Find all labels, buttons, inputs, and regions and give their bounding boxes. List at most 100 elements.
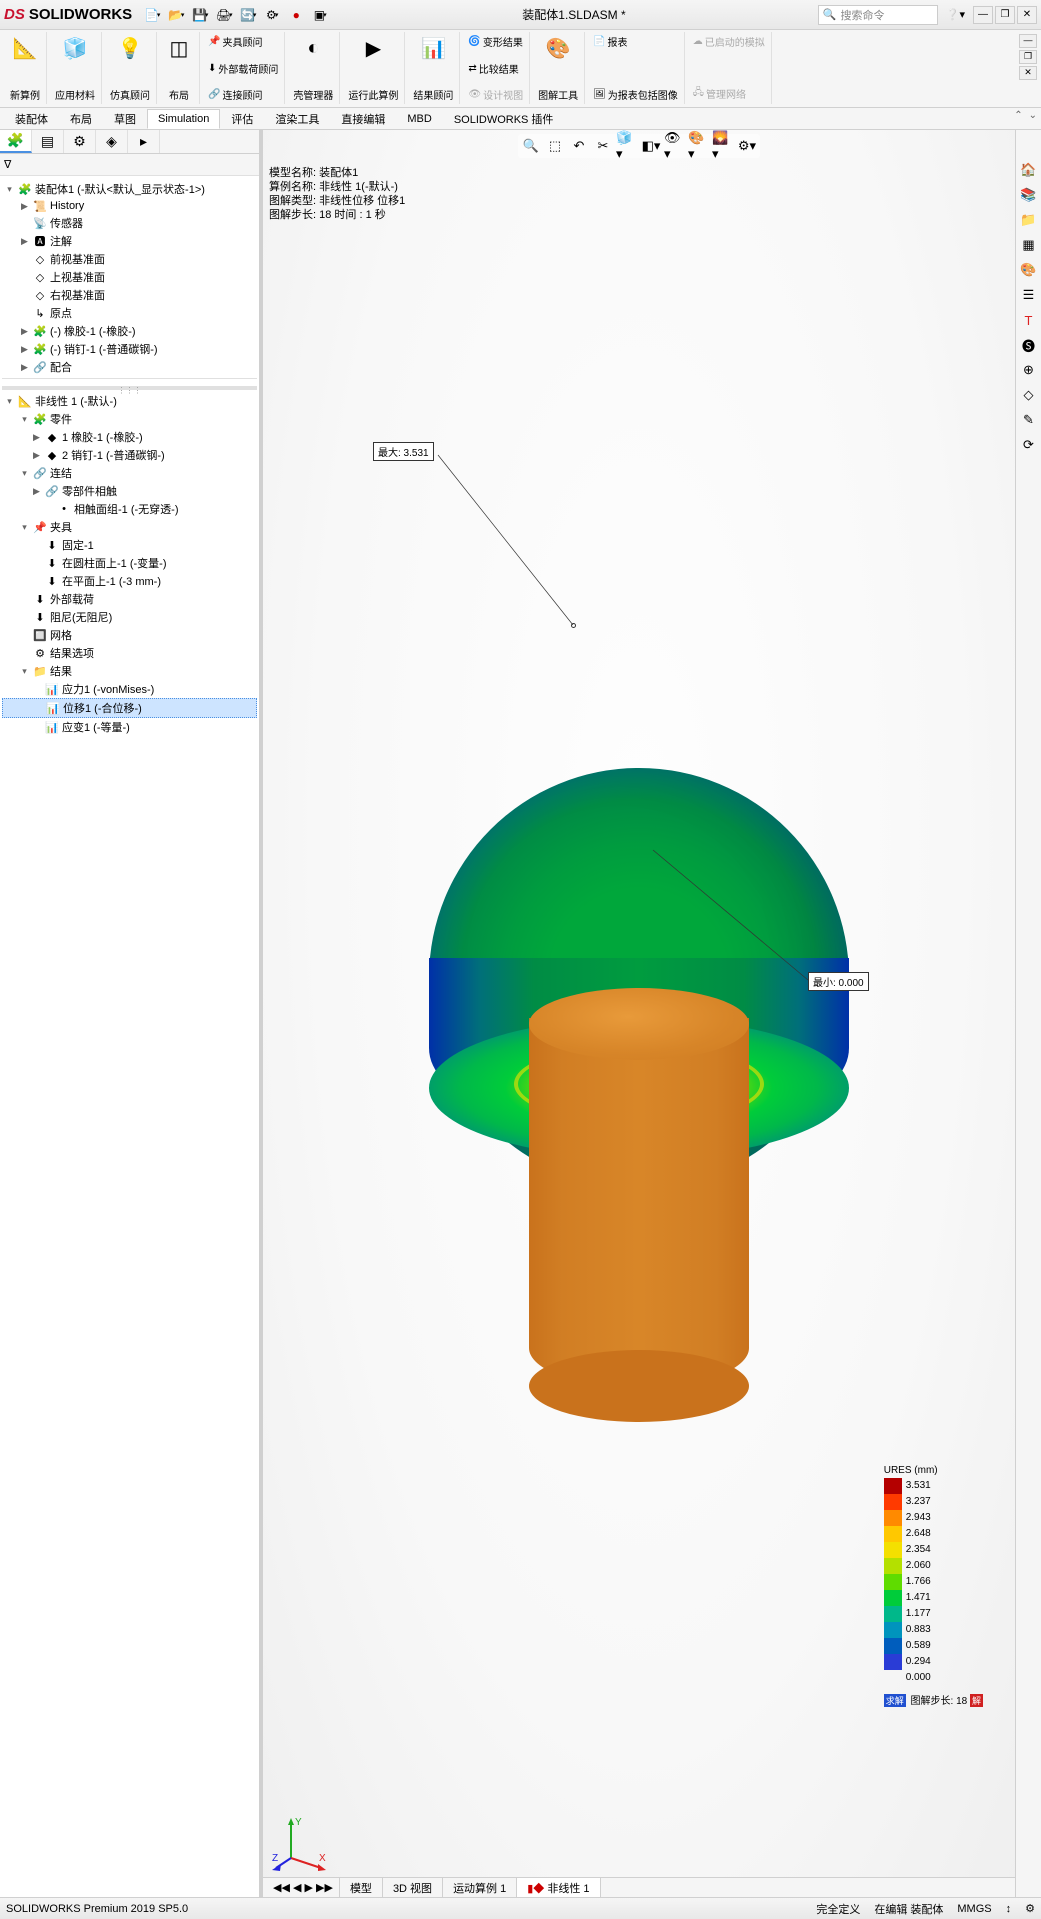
qat-print-icon[interactable]: 🖨▾ <box>214 5 234 25</box>
ribbon-group-plot-tools[interactable]: 🎨 图解工具 <box>532 32 585 104</box>
panel-tab-feature-tree[interactable]: 🧩 <box>0 130 32 153</box>
bottom-tab-model[interactable]: 模型 <box>339 1877 383 1897</box>
window-restore-button[interactable]: ❐ <box>995 6 1015 24</box>
filter-icon[interactable]: ∇ <box>4 158 11 171</box>
feature-tree[interactable]: ▾🧩 装配体1 (-默认<默认_显示状态-1>) ▶📜History📡传感器▶🅰… <box>0 176 259 1897</box>
qat-new-icon[interactable]: 📄▾ <box>142 5 162 25</box>
tab-direct-edit[interactable]: 直接编辑 <box>330 107 396 131</box>
display-style-icon[interactable]: ◧▾ <box>640 136 662 156</box>
search-commands-input[interactable]: 🔍 搜索命令 <box>818 5 938 25</box>
tree-node[interactable]: ▾📌夹具 <box>2 518 257 536</box>
tree-node[interactable]: ⬇在平面上-1 (-3 mm-) <box>2 572 257 590</box>
taskpane-design-lib-icon[interactable]: 📚 <box>1019 185 1039 205</box>
bottom-tab-motion[interactable]: 运动算例 1 <box>442 1877 517 1897</box>
panel-tab-display[interactable]: ◈ <box>96 130 128 153</box>
orientation-triad[interactable]: Y X Z <box>271 1813 331 1873</box>
prev-view-icon[interactable]: ↶ <box>568 136 590 156</box>
taskpane-custom-props-icon[interactable]: ☰ <box>1019 285 1039 305</box>
tree-node[interactable]: ▶🧩(-) 销钉-1 (-普通碳钢-) <box>2 340 257 358</box>
qat-record-icon[interactable]: ● <box>286 5 306 25</box>
tree-node[interactable]: ▶🧩(-) 橡胶-1 (-橡胶-) <box>2 322 257 340</box>
taskpane-misc3-icon[interactable]: ⟳ <box>1019 435 1039 455</box>
compare-result-button[interactable]: ⇄比较结果 <box>468 61 518 76</box>
tree-node[interactable]: ▾🧩零件 <box>2 410 257 428</box>
bottom-tab-3dview[interactable]: 3D 视图 <box>382 1877 443 1897</box>
scene-icon[interactable]: 🌄▾ <box>712 136 734 156</box>
ribbon-group-new-study[interactable]: 📐 新算例 <box>4 32 47 104</box>
ribbon-group-layout[interactable]: ◫ 布局 <box>159 32 200 104</box>
tree-node[interactable]: •相触面组-1 (-无穿透-) <box>2 500 257 518</box>
tab-assembly[interactable]: 装配体 <box>4 107 59 131</box>
zoom-area-icon[interactable]: ⬚ <box>544 136 566 156</box>
hide-show-icon[interactable]: 👁▾ <box>664 136 686 156</box>
tree-node[interactable]: ⚙结果选项 <box>2 644 257 662</box>
taskpane-misc2-icon[interactable]: ✎ <box>1019 410 1039 430</box>
tree-node[interactable]: 📡传感器 <box>2 214 257 232</box>
tree-node[interactable]: ▶◆1 橡胶-1 (-橡胶-) <box>2 428 257 446</box>
tree-node[interactable]: 🔲网格 <box>2 626 257 644</box>
load-advisor-button[interactable]: ⬇外部载荷顾问 <box>208 61 278 76</box>
tree-node[interactable]: 📊应力1 (-vonMises-) <box>2 680 257 698</box>
taskpane-forum-icon[interactable]: T <box>1019 310 1039 330</box>
tree-node[interactable]: 📊应变1 (-等量-) <box>2 718 257 736</box>
qat-save-icon[interactable]: 💾▾ <box>190 5 210 25</box>
tab-simulation[interactable]: Simulation <box>147 109 220 129</box>
ribbon-expand-icon[interactable]: ⌄ <box>1029 110 1037 121</box>
zoom-fit-icon[interactable]: 🔍 <box>520 136 542 156</box>
window-minimize-button[interactable]: — <box>973 6 993 24</box>
view-settings-icon[interactable]: ⚙▾ <box>736 136 758 156</box>
tree-node[interactable]: 📊位移1 (-合位移-) <box>2 698 257 718</box>
tab-render[interactable]: 渲染工具 <box>264 107 330 131</box>
design-insight-button[interactable]: 👁设计视图 <box>468 87 523 102</box>
tree-node[interactable]: ▶◆2 销钉-1 (-普通碳钢-) <box>2 446 257 464</box>
tree-node[interactable]: ▶🔗配合 <box>2 358 257 376</box>
tree-node[interactable]: ▾🔗连结 <box>2 464 257 482</box>
ribbon-group-run[interactable]: ▶ 运行此算例 <box>342 32 405 104</box>
tree-node[interactable]: ▾📁结果 <box>2 662 257 680</box>
tree-node[interactable]: ⬇外部载荷 <box>2 590 257 608</box>
tree-node[interactable]: ↳原点 <box>2 304 257 322</box>
taskpane-misc1-icon[interactable]: ◇ <box>1019 385 1039 405</box>
tree-node[interactable]: ▶🅰注解 <box>2 232 257 250</box>
fixture-advisor-button[interactable]: 📌夹具顾问 <box>208 34 262 49</box>
ribbon-collapse-icon[interactable]: ⌃ <box>1014 110 1022 121</box>
taskpane-appearance-icon[interactable]: 🎨 <box>1019 260 1039 280</box>
tree-node[interactable]: ◇右视基准面 <box>2 286 257 304</box>
ribbon-group-shell[interactable]: ◐ 壳管理器 <box>287 32 340 104</box>
status-units[interactable]: MMGS <box>957 1903 991 1915</box>
include-image-button[interactable]: 🖼为报表包括图像 <box>593 87 678 102</box>
tree-node[interactable]: ⬇在圆柱面上-1 (-变量-) <box>2 554 257 572</box>
window-close-button[interactable]: ✕ <box>1017 6 1037 24</box>
tree-node[interactable]: ⬇阻尼(无阻尼) <box>2 608 257 626</box>
status-arrow-icon[interactable]: ↕ <box>1006 1903 1012 1915</box>
tab-evaluate[interactable]: 评估 <box>220 107 264 131</box>
taskpane-view-palette-icon[interactable]: ▦ <box>1019 235 1039 255</box>
doc-restore-button[interactable]: ❐ <box>1019 50 1037 64</box>
qat-extra-icon[interactable]: ▣▾ <box>310 5 330 25</box>
section-view-icon[interactable]: ✂ <box>592 136 614 156</box>
qat-options-icon[interactable]: ⚙▾ <box>262 5 282 25</box>
panel-tab-config[interactable]: ⚙ <box>64 130 96 153</box>
ribbon-group-results-adv[interactable]: 📊 结果顾问 <box>407 32 460 104</box>
view-orient-icon[interactable]: 🧊▾ <box>616 136 638 156</box>
ribbon-group-advisor[interactable]: 💡 仿真顾问 <box>104 32 157 104</box>
taskpane-simulation-icon[interactable]: 🅢 <box>1019 335 1039 355</box>
qat-rebuild-icon[interactable]: 🔄▾ <box>238 5 258 25</box>
tree-node[interactable]: ▶🔗零部件相触 <box>2 482 257 500</box>
tab-nav-left-icon[interactable]: ◀◀ ◀ ▶ ▶▶ <box>273 1881 333 1894</box>
graphics-viewport[interactable]: 🔍 ⬚ ↶ ✂ 🧊▾ ◧▾ 👁▾ 🎨▾ 🌄▾ ⚙▾ 模型名称: 装配体1 算例名… <box>260 130 1015 1897</box>
taskpane-home-icon[interactable]: 🏠 <box>1019 160 1039 180</box>
report-button[interactable]: 📄报表 <box>593 34 627 49</box>
color-legend[interactable]: URES (mm) 3.5313.2372.9432.6482.3542.060… <box>884 1465 985 1707</box>
panel-tab-hide[interactable]: ▸ <box>128 130 160 153</box>
deformed-result-button[interactable]: 🌀变形结果 <box>468 34 522 49</box>
tree-node[interactable]: ◇前视基准面 <box>2 250 257 268</box>
doc-minimize-button[interactable]: — <box>1019 34 1037 48</box>
bottom-tab-nonlinear[interactable]: ▮◆ 非线性 1 <box>516 1877 600 1897</box>
tree-node[interactable]: ▶📜History <box>2 198 257 214</box>
tree-node[interactable]: ⬇固定-1 <box>2 536 257 554</box>
tab-mbd[interactable]: MBD <box>396 109 442 129</box>
appearance-icon[interactable]: 🎨▾ <box>688 136 710 156</box>
doc-close-button[interactable]: ✕ <box>1019 66 1037 80</box>
qat-open-icon[interactable]: 📂▾ <box>166 5 186 25</box>
